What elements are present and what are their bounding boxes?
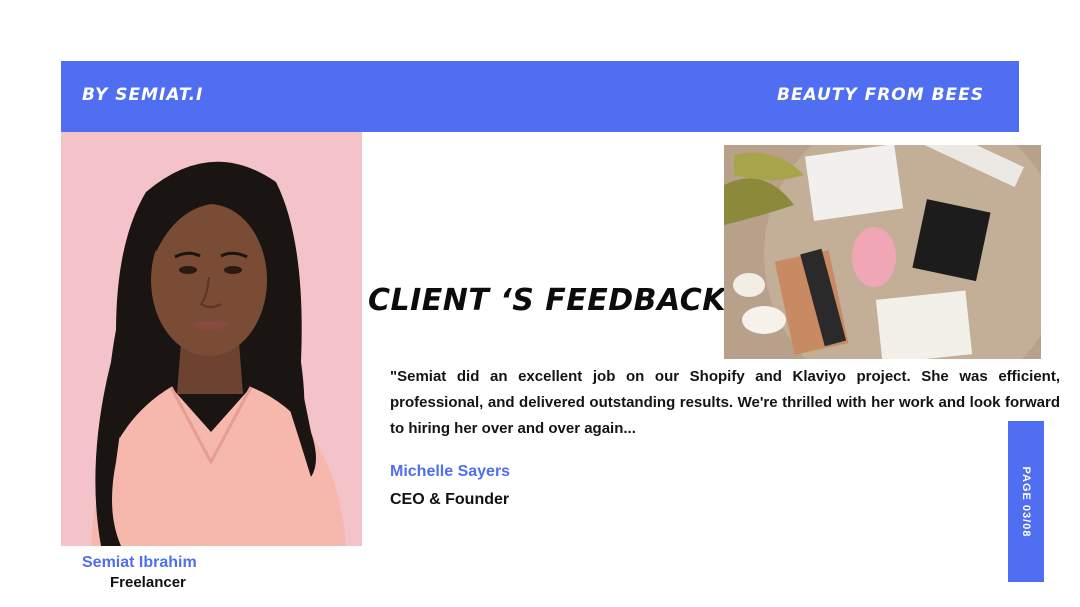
freelancer-role: Freelancer bbox=[110, 574, 186, 591]
brand-label: BEAUTY FROM BEES bbox=[776, 85, 984, 105]
author-label: BY SEMIAT.I bbox=[82, 85, 204, 105]
page-indicator-tab: PAGE 03/08 bbox=[1008, 421, 1044, 582]
client-name: Michelle Sayers bbox=[390, 463, 511, 480]
testimonial-quote: "Semiat did an excellent job on our Shop… bbox=[390, 368, 1060, 437]
client-role: CEO & Founder bbox=[390, 491, 510, 508]
freelancer-portrait bbox=[61, 132, 362, 546]
header-bar: BY SEMIAT.I BEAUTY FROM BEES bbox=[61, 61, 1019, 132]
product-illustration bbox=[724, 145, 1041, 359]
product-photo bbox=[724, 145, 1041, 359]
freelancer-name: Semiat Ibrahim bbox=[82, 554, 197, 571]
section-title: CLIENT ‘S FEEDBACK bbox=[368, 283, 727, 318]
page-indicator: PAGE 03/08 bbox=[1020, 466, 1032, 537]
portrait-illustration bbox=[61, 132, 362, 546]
